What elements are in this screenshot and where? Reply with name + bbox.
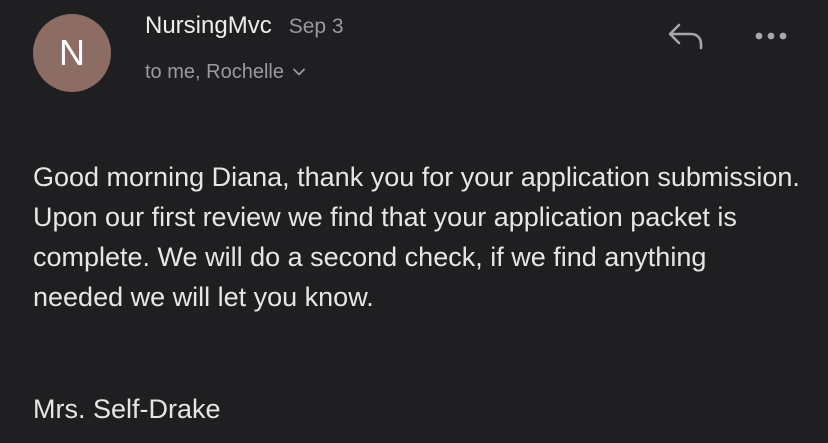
reply-icon: [665, 21, 705, 56]
avatar[interactable]: N: [33, 14, 111, 92]
recipients-toggle[interactable]: to me, Rochelle: [145, 58, 306, 86]
sender-header: NursingMvc Sep 3: [145, 12, 344, 40]
more-horizontal-icon: [753, 28, 789, 46]
message-signature: Mrs. Self-Drake: [33, 394, 221, 424]
message-body: Good morning Diana, thank you for your a…: [33, 162, 800, 312]
chevron-down-icon: [292, 65, 306, 79]
email-view: N NursingMvc Sep 3 to me, Rochelle Good …: [0, 0, 828, 443]
sent-date: Sep 3: [288, 15, 344, 38]
sender-name[interactable]: NursingMvc: [145, 12, 272, 40]
reply-button[interactable]: [660, 18, 710, 58]
recipients-label: to me, Rochelle: [145, 60, 284, 83]
more-options-button[interactable]: [748, 22, 794, 52]
